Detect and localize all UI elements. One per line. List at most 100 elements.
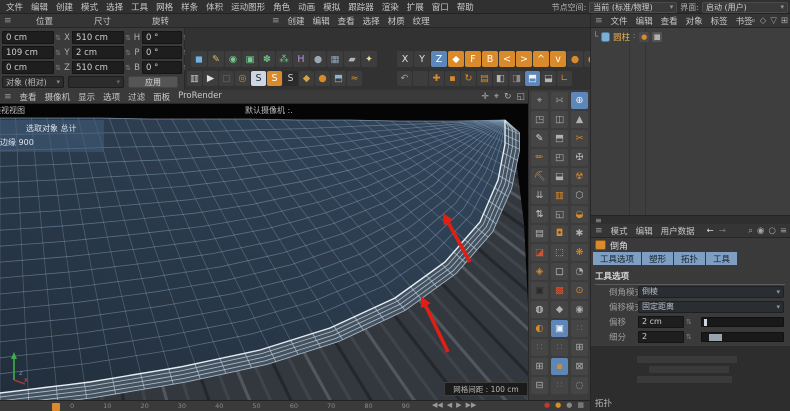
rot-b-input[interactable]: 0 °	[142, 61, 182, 74]
dots-grid2-icon[interactable]: ⊟	[531, 377, 548, 394]
mode-cube1-icon[interactable]: ◧	[493, 71, 508, 86]
object-tree[interactable]: └ 圆柱 ∶ ● ▩	[591, 28, 790, 215]
empty-icon[interactable]: ◌	[571, 377, 588, 394]
panel-grip-icon[interactable]: ≡	[591, 16, 607, 26]
commander-icon[interactable]: ▤	[477, 71, 492, 86]
half-sphere-icon[interactable]: ◒	[571, 206, 588, 223]
playback-icon[interactable]: ▶▶	[466, 401, 477, 409]
texture-tag-icon[interactable]: ▩	[652, 31, 663, 42]
panel-menu-icon[interactable]: ≡	[780, 226, 787, 236]
search-icon[interactable]: ⌕	[748, 226, 753, 236]
tab-shaping[interactable]: 塑形	[642, 252, 674, 265]
rotate-view-icon[interactable]: ↻	[504, 92, 512, 102]
workplane-icon[interactable]: ◆	[448, 51, 464, 67]
plane-icon[interactable]: ▢	[551, 263, 568, 280]
active-tool-icon[interactable]: ▪	[551, 358, 568, 375]
menu-item[interactable]: 选择	[102, 1, 127, 13]
dots-red-icon[interactable]: ∷	[531, 339, 548, 356]
menu-item[interactable]: 跟踪器	[344, 1, 378, 13]
search-icon[interactable]: ⌕	[751, 16, 756, 26]
render-settings-icon[interactable]: ▢	[219, 71, 234, 86]
snap-mode-icon[interactable]: S	[267, 71, 282, 86]
edge-mode-icon[interactable]: ⬒	[525, 71, 540, 86]
prev-icon[interactable]: <	[499, 51, 515, 67]
star-tool-icon[interactable]: ✱	[571, 225, 588, 242]
spinner-icon[interactable]: ⇅	[686, 318, 692, 326]
spinner-icon[interactable]: ⇅	[124, 64, 132, 72]
viewport-canvas[interactable]	[0, 104, 528, 400]
cone-icon[interactable]: ▲	[571, 111, 588, 128]
up-icon[interactable]: ^	[533, 51, 549, 67]
back-icon[interactable]: B	[482, 51, 498, 67]
orange-dot1-icon[interactable]: ●	[567, 51, 583, 67]
cube-a-icon[interactable]: ◫	[551, 111, 568, 128]
playback-icon[interactable]: ◀◀	[432, 401, 443, 409]
cylinder-object-icon[interactable]	[601, 31, 611, 42]
generator-icon[interactable]: ✽	[259, 51, 275, 67]
timeline-ruler[interactable]: 0 10 20 30 40 50 60 70 80 90	[70, 402, 410, 410]
tab-tool-options[interactable]: 工具选项	[593, 252, 642, 265]
material-menu-item[interactable]: 纹理	[409, 15, 434, 27]
add-icon[interactable]: ✚	[429, 71, 444, 86]
object-name-label[interactable]: 圆柱	[613, 31, 630, 43]
globe-icon[interactable]: ⊕	[571, 92, 588, 109]
target-icon[interactable]: ◎	[235, 71, 250, 86]
menu-item[interactable]: 创建	[52, 1, 77, 13]
apply-button[interactable]: 应用	[128, 76, 178, 88]
undo-icon[interactable]: ↶	[397, 71, 412, 86]
dots-red3-icon[interactable]: ∷	[551, 377, 568, 394]
attribute-menu-item[interactable]: 用户数据	[657, 225, 699, 237]
menu-item[interactable]: 体积	[202, 1, 227, 13]
light-icon[interactable]: ✦	[361, 51, 377, 67]
tab-tool[interactable]: 工具	[706, 252, 738, 265]
material-menu-item[interactable]: 编辑	[309, 15, 334, 27]
menu-item[interactable]: 角色	[269, 1, 294, 13]
poly-mode-icon[interactable]: ⬓	[541, 71, 556, 86]
viewport-menu-item[interactable]: 选项	[99, 91, 124, 103]
next-icon[interactable]: >	[516, 51, 532, 67]
cluster-icon[interactable]: ⁂	[276, 51, 292, 67]
option-dot-icon[interactable]: ●	[566, 401, 572, 409]
refresh-icon[interactable]: ↻	[461, 71, 476, 86]
dots-red4-icon[interactable]: ∷	[571, 320, 588, 337]
page-icon[interactable]: ◍	[531, 301, 548, 318]
levels-icon[interactable]: ▤	[531, 225, 548, 242]
scissors-icon[interactable]: ✂	[571, 130, 588, 147]
render-view-icon[interactable]: ▥	[187, 71, 202, 86]
ring-icon[interactable]: ◉	[571, 301, 588, 318]
quantize-icon[interactable]: ▪	[445, 71, 460, 86]
black-cube-icon[interactable]: ▣	[531, 282, 548, 299]
mode-cube2-icon[interactable]: ◨	[509, 71, 524, 86]
subdivision-slider[interactable]	[701, 331, 784, 342]
menu-item[interactable]: 渲染	[378, 1, 403, 13]
attribute-menu-item[interactable]: 编辑	[632, 225, 657, 237]
offset-mode-select[interactable]: 固定距离 ▾	[638, 300, 784, 313]
render-icon[interactable]: ▶	[203, 71, 218, 86]
menu-item[interactable]: 帮助	[453, 1, 478, 13]
pan-view-icon[interactable]: ✛	[481, 92, 489, 102]
disc-icon[interactable]: ⊙	[571, 282, 588, 299]
spinner-icon[interactable]: ⇅	[54, 49, 62, 57]
weld-icon[interactable]: ◘	[551, 225, 568, 242]
viewport-menu-item[interactable]: 摄像机	[41, 91, 75, 103]
pick-tool-icon[interactable]: ⌖	[531, 92, 548, 109]
menu-item[interactable]: 扩展	[403, 1, 428, 13]
rect-select-icon[interactable]: ◳	[531, 111, 548, 128]
layer-cube-icon[interactable]: ⬒	[331, 71, 346, 86]
offset-slider[interactable]	[701, 316, 784, 327]
wave-icon[interactable]: ≈	[347, 71, 362, 86]
dots-grid4-icon[interactable]: ⊠	[571, 358, 588, 375]
cube-tool-icon[interactable]: ◼	[191, 51, 207, 67]
material-menu-item[interactable]: 材质	[384, 15, 409, 27]
slider-tool-icon[interactable]: ⇅	[531, 206, 548, 223]
history-icon[interactable]: ○	[768, 226, 775, 236]
material-menu-item[interactable]: 创建	[284, 15, 309, 27]
history-back-icon[interactable]: ←	[707, 226, 714, 236]
object-manager-menu-item[interactable]: 编辑	[632, 15, 657, 27]
dots-grid3-icon[interactable]: ⊞	[571, 339, 588, 356]
axis-z-lock-icon[interactable]: Z	[431, 51, 447, 67]
menu-item[interactable]: 样条	[177, 1, 202, 13]
interface-select[interactable]: 启动 (用户) ▾	[702, 1, 788, 13]
object-manager-menu-item[interactable]: 对象	[682, 15, 707, 27]
red-box-icon[interactable]: ◪	[531, 244, 548, 261]
